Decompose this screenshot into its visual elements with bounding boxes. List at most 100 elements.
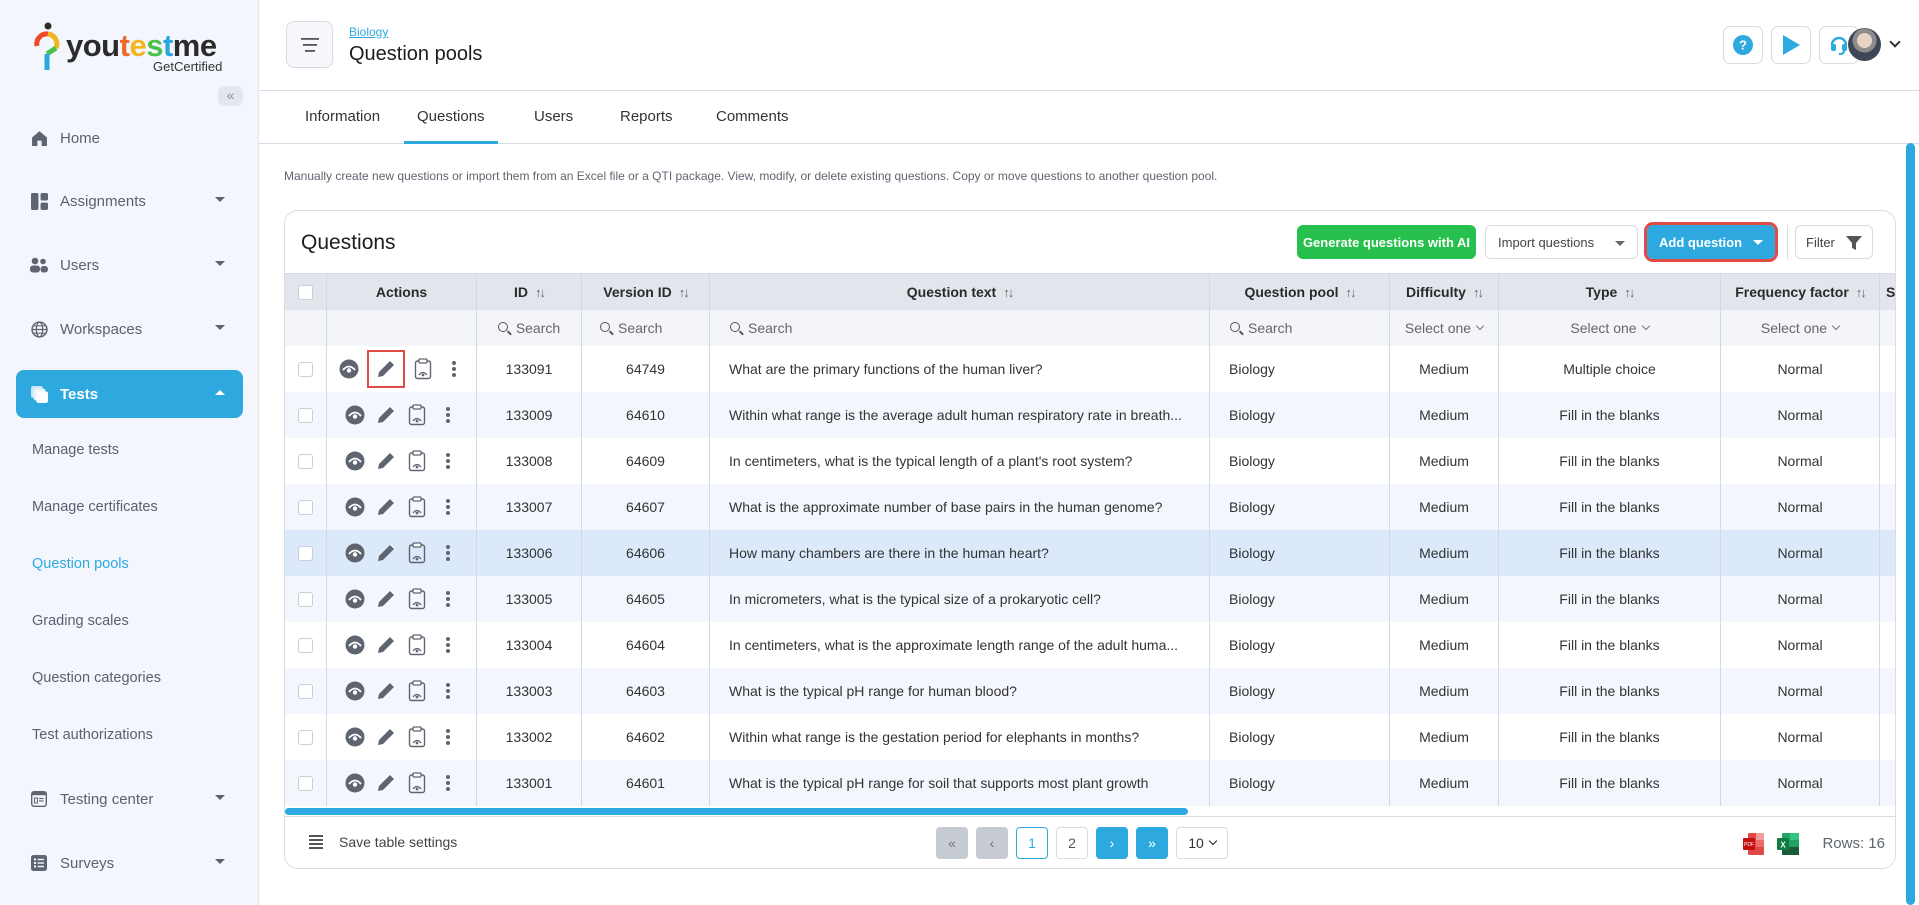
view-button[interactable] (344, 588, 366, 610)
tab-information[interactable]: Information (292, 91, 393, 144)
sidebar-item-home[interactable]: Home (16, 114, 243, 162)
help-button[interactable]: ? (1723, 26, 1763, 64)
row-checkbox[interactable] (298, 545, 313, 561)
row-checkbox[interactable] (298, 775, 313, 791)
select-all-checkbox[interactable] (298, 284, 313, 300)
save-table-settings-button[interactable]: Save table settings (309, 834, 457, 850)
table-row[interactable]: 133091 64749 What are the primary function… (285, 346, 1895, 392)
last-page-button[interactable]: » (1136, 827, 1168, 859)
chevron-down-icon[interactable] (1889, 36, 1901, 48)
edit-button[interactable] (375, 404, 397, 426)
edit-button[interactable] (375, 542, 397, 564)
tab-questions[interactable]: Questions (404, 91, 498, 144)
column-header-question-text[interactable]: Question text ↑↓ (709, 274, 1209, 310)
row-checkbox[interactable] (298, 453, 313, 469)
column-header-version-id[interactable]: Version ID ↑↓ (581, 274, 709, 310)
page-1-button[interactable]: 1 (1016, 827, 1048, 859)
cell-question-text[interactable]: Within what range is the gestation perio… (709, 714, 1209, 760)
edit-button[interactable] (367, 350, 405, 388)
more-actions-button[interactable] (437, 588, 459, 610)
edit-button[interactable] (375, 588, 397, 610)
play-tutorial-button[interactable] (1771, 26, 1811, 64)
edit-button[interactable] (375, 680, 397, 702)
logo[interactable]: youtestme GetCertified (34, 22, 234, 82)
view-button[interactable] (344, 680, 366, 702)
row-checkbox[interactable] (298, 591, 313, 607)
edit-button[interactable] (375, 772, 397, 794)
edit-button[interactable] (375, 726, 397, 748)
column-header-type[interactable]: Type ↑↓ (1498, 274, 1720, 310)
view-button[interactable] (344, 404, 366, 426)
row-checkbox[interactable] (298, 361, 313, 377)
cell-question-text[interactable]: What are the primary functions of the hu… (709, 346, 1209, 392)
more-actions-button[interactable] (437, 496, 459, 518)
preview-clipboard-button[interactable] (406, 404, 428, 426)
preview-clipboard-button[interactable] (406, 634, 428, 656)
sidebar-subitem-grading-scales[interactable]: Grading scales (32, 613, 129, 629)
column-header-frequency-factor[interactable]: Frequency factor ↑↓ (1720, 274, 1879, 310)
question-text-search-input[interactable]: Search (709, 310, 1209, 346)
preview-clipboard-button[interactable] (406, 496, 428, 518)
more-actions-button[interactable] (437, 634, 459, 656)
preview-clipboard-button[interactable] (406, 680, 428, 702)
table-row[interactable]: 133009 64610 Within what range is the aver… (285, 392, 1895, 438)
frequency-select[interactable]: Select one (1720, 310, 1879, 346)
more-actions-button[interactable] (437, 450, 459, 472)
preview-clipboard-button[interactable] (406, 726, 428, 748)
add-question-button[interactable]: Add question (1644, 222, 1778, 262)
generate-ai-button[interactable]: Generate questions with AI (1297, 225, 1476, 259)
type-select[interactable]: Select one (1498, 310, 1720, 346)
sidebar-item-surveys[interactable]: Surveys (16, 839, 243, 887)
import-questions-button[interactable]: Import questions (1485, 225, 1638, 259)
table-row[interactable]: 133003 64603 What is the typical pH range … (285, 668, 1895, 714)
more-actions-button[interactable] (437, 404, 459, 426)
preview-clipboard-button[interactable] (406, 450, 428, 472)
excel-export-icon[interactable]: X (1776, 832, 1800, 856)
more-actions-button[interactable] (443, 358, 465, 380)
cell-question-text[interactable]: What is the approximate number of base p… (709, 484, 1209, 530)
first-page-button[interactable]: « (936, 827, 968, 859)
pdf-export-icon[interactable]: PDF (1742, 832, 1766, 856)
row-checkbox[interactable] (298, 729, 313, 745)
table-row[interactable]: 133001 64601 What is the typical pH range … (285, 760, 1895, 806)
row-checkbox[interactable] (298, 637, 313, 653)
cell-question-text[interactable]: In micrometers, what is the typical size… (709, 576, 1209, 622)
sidebar-item-workspaces[interactable]: Workspaces (16, 305, 243, 353)
sidebar-subitem-question-pools[interactable]: Question pools (32, 556, 129, 572)
cell-question-text[interactable]: What is the typical pH range for soil th… (709, 760, 1209, 806)
table-row[interactable]: 133005 64605 In micrometers, what is the t… (285, 576, 1895, 622)
prev-page-button[interactable]: ‹ (976, 827, 1008, 859)
table-row[interactable]: 133007 64607 What is the approximate numbe… (285, 484, 1895, 530)
row-checkbox[interactable] (298, 407, 313, 423)
more-actions-button[interactable] (437, 542, 459, 564)
column-header-id[interactable]: ID ↑↓ (476, 274, 581, 310)
view-button[interactable] (344, 450, 366, 472)
view-button[interactable] (344, 772, 366, 794)
tab-comments[interactable]: Comments (703, 91, 802, 144)
table-row[interactable]: 133002 64602 Within what range is the gest… (285, 714, 1895, 760)
page-2-button[interactable]: 2 (1056, 827, 1088, 859)
table-row[interactable]: 133004 64604 In centimeters, what is the a… (285, 622, 1895, 668)
cell-question-text[interactable]: In centimeters, what is the typical leng… (709, 438, 1209, 484)
table-row[interactable]: 133006 64606 How many chambers are there i… (285, 530, 1895, 576)
cell-question-text[interactable]: How many chambers are there in the human… (709, 530, 1209, 576)
view-button[interactable] (338, 358, 360, 380)
edit-button[interactable] (375, 496, 397, 518)
sidebar-item-assignments[interactable]: Assignments (16, 177, 243, 225)
menu-toggle-button[interactable] (286, 21, 333, 68)
rows-per-page-select[interactable]: 10 (1176, 827, 1228, 859)
edit-button[interactable] (375, 634, 397, 656)
sidebar-item-testing-center[interactable]: Testing center (16, 775, 243, 823)
breadcrumb-link[interactable]: Biology (349, 25, 388, 39)
version-id-search-input[interactable]: Search (581, 310, 709, 346)
tab-users[interactable]: Users (521, 91, 586, 144)
sidebar-subitem-manage-tests[interactable]: Manage tests (32, 442, 119, 458)
more-actions-button[interactable] (437, 772, 459, 794)
row-checkbox[interactable] (298, 683, 313, 699)
collapse-sidebar-button[interactable]: « (218, 86, 243, 106)
sidebar-subitem-manage-certificates[interactable]: Manage certificates (32, 499, 158, 515)
horizontal-scrollbar[interactable] (285, 808, 1188, 815)
cell-question-text[interactable]: What is the typical pH range for human b… (709, 668, 1209, 714)
row-checkbox[interactable] (298, 499, 313, 515)
sidebar-subitem-test-authorizations[interactable]: Test authorizations (32, 727, 153, 743)
